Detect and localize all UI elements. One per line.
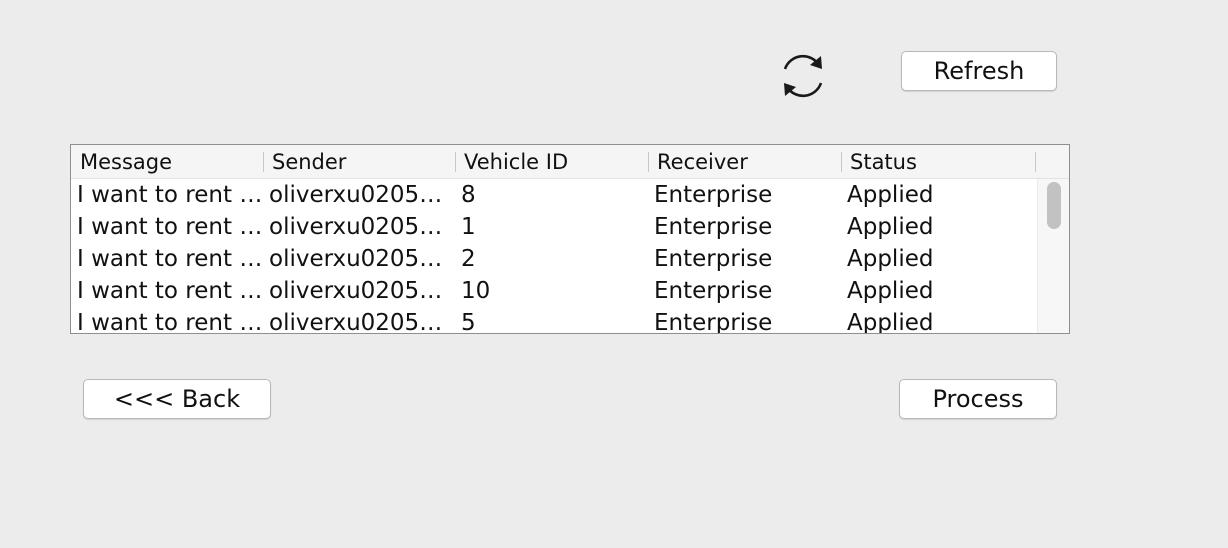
cell-message: I want to rent a vehicle — [77, 310, 263, 333]
cell-message: I want to rent a vehicle — [77, 214, 263, 240]
process-button[interactable]: Process — [899, 379, 1057, 419]
header-corner — [1037, 145, 1069, 179]
cell-message: I want to rent a vehicle — [77, 246, 263, 272]
cell-sender: oliverxu0205@gmail.com — [269, 246, 455, 272]
column-divider — [1035, 152, 1036, 172]
column-header-receiver[interactable]: Receiver — [648, 145, 841, 178]
column-header-message[interactable]: Message — [71, 145, 263, 178]
column-header-status[interactable]: Status — [841, 145, 1037, 178]
vertical-scrollbar[interactable] — [1037, 179, 1069, 333]
cell-status: Applied — [847, 278, 934, 304]
cell-sender: oliverxu0205@gmail.com — [269, 214, 455, 240]
cell-receiver: Enterprise — [654, 246, 773, 272]
cell-receiver: Enterprise — [654, 214, 773, 240]
refresh-icon[interactable] — [772, 45, 834, 107]
cell-sender: oliverxu0205@gmail.com — [269, 182, 455, 208]
table-row[interactable]: I want to rent a vehicle oliverxu0205@gm… — [71, 179, 1037, 211]
cell-message: I want to rent a vehicle — [77, 278, 263, 304]
cell-vehicle-id: 10 — [461, 278, 491, 304]
cell-status: Applied — [847, 214, 934, 240]
cell-receiver: Enterprise — [654, 182, 773, 208]
table-body: I want to rent a vehicle oliverxu0205@gm… — [71, 179, 1037, 333]
cell-status: Applied — [847, 182, 934, 208]
cell-status: Applied — [847, 310, 934, 333]
table-row[interactable]: I want to rent a vehicle oliverxu0205@gm… — [71, 211, 1037, 243]
cell-vehicle-id: 1 — [461, 214, 476, 240]
table-row[interactable]: I want to rent a vehicle oliverxu0205@gm… — [71, 243, 1037, 275]
cell-vehicle-id: 2 — [461, 246, 476, 272]
back-button[interactable]: <<< Back — [83, 379, 271, 419]
cell-sender: oliverxu0205@gmail.com — [269, 310, 455, 333]
table-row[interactable]: I want to rent a vehicle oliverxu0205@gm… — [71, 307, 1037, 333]
cell-receiver: Enterprise — [654, 310, 773, 333]
table-header: Message Sender Vehicle ID Receiver Statu… — [71, 145, 1037, 179]
column-header-sender[interactable]: Sender — [263, 145, 455, 178]
refresh-button[interactable]: Refresh — [901, 51, 1057, 91]
table-row[interactable]: I want to rent a vehicle oliverxu0205@gm… — [71, 275, 1037, 307]
cell-message: I want to rent a vehicle — [77, 182, 263, 208]
cell-vehicle-id: 8 — [461, 182, 476, 208]
scrollbar-thumb[interactable] — [1047, 182, 1061, 229]
cell-status: Applied — [847, 246, 934, 272]
messages-table: Message Sender Vehicle ID Receiver Statu… — [70, 144, 1070, 334]
cell-receiver: Enterprise — [654, 278, 773, 304]
cell-vehicle-id: 5 — [461, 310, 476, 333]
column-header-vehicle-id[interactable]: Vehicle ID — [455, 145, 648, 178]
cell-sender: oliverxu0205@gmail.com — [269, 278, 455, 304]
